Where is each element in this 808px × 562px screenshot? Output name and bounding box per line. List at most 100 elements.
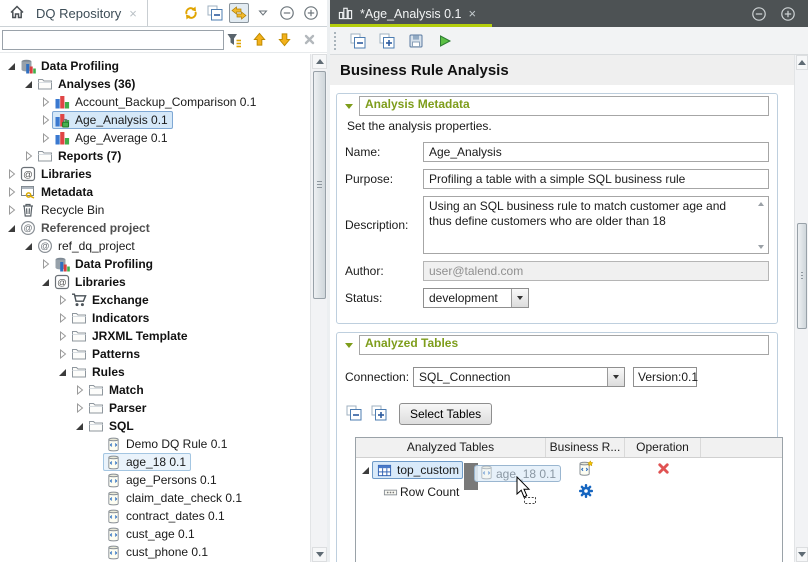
- scroll-down-button[interactable]: [312, 547, 327, 562]
- expand-arrow-icon[interactable]: [73, 402, 86, 414]
- minimize-view-button[interactable]: [277, 3, 297, 23]
- expand-arrow-icon[interactable]: [39, 258, 52, 270]
- expand-arrow-icon[interactable]: [39, 114, 52, 126]
- tree-item-reports-7[interactable]: Reports (7): [0, 147, 310, 165]
- clear-filter-button[interactable]: [299, 30, 319, 50]
- scroll-up-button[interactable]: [312, 54, 327, 69]
- tree-item-parser[interactable]: Parser: [0, 399, 310, 417]
- tree-item-libraries[interactable]: @Libraries: [0, 273, 310, 291]
- save-button[interactable]: [406, 31, 426, 51]
- refresh-button[interactable]: [181, 3, 201, 23]
- toolbar-drag-handle[interactable]: [334, 32, 337, 50]
- tab-dq-repository[interactable]: DQ Repository ×: [26, 0, 148, 26]
- tree-item-age-persons-0-1[interactable]: age_Persons 0.1: [0, 471, 310, 489]
- tree-item-contract-dates-0-1[interactable]: contract_dates 0.1: [0, 507, 310, 525]
- repository-filter-input[interactable]: [2, 30, 224, 50]
- expand-sections-button[interactable]: [377, 31, 397, 51]
- connection-dropdown[interactable]: SQL_Connection: [413, 367, 625, 387]
- tree-item-match[interactable]: Match: [0, 381, 310, 399]
- chevron-down-icon[interactable]: [511, 289, 528, 307]
- scroll-down-button[interactable]: [796, 547, 808, 562]
- collapse-arrow-icon[interactable]: [22, 240, 35, 252]
- collapse-arrow-icon[interactable]: [22, 78, 35, 90]
- tree-item-sql[interactable]: SQL: [0, 417, 310, 435]
- tree-item-analyses-36[interactable]: Analyses (36): [0, 75, 310, 93]
- tree-item-rules[interactable]: Rules: [0, 363, 310, 381]
- tree-item-jrxml-template[interactable]: JRXML Template: [0, 327, 310, 345]
- description-field[interactable]: Using an SQL business rule to match cust…: [423, 196, 769, 254]
- expand-arrow-icon[interactable]: [73, 384, 86, 396]
- close-icon[interactable]: ×: [129, 7, 137, 20]
- chevron-down-icon[interactable]: [607, 368, 624, 386]
- close-icon[interactable]: ×: [468, 7, 476, 20]
- expand-arrow-icon[interactable]: [56, 330, 69, 342]
- column-header-empty[interactable]: [701, 438, 782, 457]
- tree-item-age-analysis-0-1[interactable]: Age_Analysis 0.1: [0, 111, 310, 129]
- move-down-button[interactable]: [274, 30, 294, 50]
- tree-item-data-profiling[interactable]: Data Profiling: [0, 255, 310, 273]
- expand-arrow-icon[interactable]: [56, 312, 69, 324]
- expand-arrow-icon[interactable]: [5, 168, 18, 180]
- table-row-top-custom[interactable]: top_custom: [356, 458, 782, 482]
- tree-item-age-average-0-1[interactable]: Age_Average 0.1: [0, 129, 310, 147]
- tab-age-analysis[interactable]: *Age_Analysis 0.1 ×: [330, 0, 486, 27]
- expand-arrow-icon[interactable]: [56, 294, 69, 306]
- collapse-arrow-icon[interactable]: [5, 222, 18, 234]
- expand-arrow-icon[interactable]: [5, 186, 18, 198]
- section-header-analysis-metadata[interactable]: Analysis Metadata: [345, 98, 769, 114]
- tree-item-exchange[interactable]: Exchange: [0, 291, 310, 309]
- delete-icon[interactable]: [656, 461, 671, 479]
- tree-item-demo-dq-rule-0-1[interactable]: Demo DQ Rule 0.1: [0, 435, 310, 453]
- minimize-editor-button[interactable]: [749, 4, 769, 24]
- column-header-analyzed-tables[interactable]: Analyzed Tables: [356, 438, 546, 457]
- tree-item-cust-age-0-1[interactable]: cust_age 0.1: [0, 525, 310, 543]
- editor-scrollbar[interactable]: [794, 55, 808, 562]
- collapse-arrow-icon[interactable]: [359, 464, 372, 476]
- expand-arrow-icon[interactable]: [39, 132, 52, 144]
- collapse-table-button[interactable]: [345, 405, 363, 423]
- link-with-editor-button[interactable]: [229, 3, 249, 23]
- scrollbar-thumb[interactable]: [313, 71, 326, 299]
- run-button[interactable]: [435, 31, 455, 51]
- tree-item-libraries[interactable]: @Libraries: [0, 165, 310, 183]
- expand-arrow-icon[interactable]: [39, 96, 52, 108]
- scroll-up-icon[interactable]: [756, 199, 765, 208]
- tree-item-indicators[interactable]: Indicators: [0, 309, 310, 327]
- gear-icon[interactable]: [578, 483, 594, 502]
- collapse-arrow-icon[interactable]: [39, 276, 52, 288]
- section-twistie-icon[interactable]: [345, 343, 353, 348]
- section-header-analyzed-tables[interactable]: Analyzed Tables: [345, 337, 769, 353]
- name-field[interactable]: [423, 142, 769, 162]
- repository-scrollbar[interactable]: [310, 54, 327, 562]
- status-dropdown[interactable]: development: [423, 288, 529, 308]
- expand-arrow-icon[interactable]: [22, 150, 35, 162]
- maximize-editor-button[interactable]: [778, 4, 798, 24]
- home-icon[interactable]: [8, 4, 26, 22]
- filter-button[interactable]: [224, 30, 244, 50]
- tree-item-age-18-0-1[interactable]: age_18 0.1: [0, 453, 310, 471]
- maximize-view-button[interactable]: [301, 3, 321, 23]
- tree-item-data-profiling[interactable]: Data Profiling: [0, 57, 310, 75]
- tree-item-patterns[interactable]: Patterns: [0, 345, 310, 363]
- move-up-button[interactable]: [249, 30, 269, 50]
- column-header-operation[interactable]: Operation: [625, 438, 701, 457]
- expand-table-button[interactable]: [370, 405, 388, 423]
- collapse-all-button[interactable]: [205, 3, 225, 23]
- tree-item-recycle-bin[interactable]: Recycle Bin: [0, 201, 310, 219]
- tree-item-metadata[interactable]: Metadata: [0, 183, 310, 201]
- tree-item-claim-date-check-0-1[interactable]: claim_date_check 0.1: [0, 489, 310, 507]
- select-tables-button[interactable]: Select Tables: [399, 403, 492, 425]
- tree-item-referenced-project[interactable]: @Referenced project: [0, 219, 310, 237]
- tree-item-account-backup-comparison-0-1[interactable]: Account_Backup_Comparison 0.1: [0, 93, 310, 111]
- section-twistie-icon[interactable]: [345, 104, 353, 109]
- collapse-sections-button[interactable]: [348, 31, 368, 51]
- scroll-up-button[interactable]: [796, 55, 808, 70]
- column-header-business-r[interactable]: Business R...: [546, 438, 625, 457]
- expand-arrow-icon[interactable]: [56, 348, 69, 360]
- collapse-arrow-icon[interactable]: [56, 366, 69, 378]
- table-row-row-count[interactable]: Row Count: [356, 482, 782, 502]
- view-menu-button[interactable]: [253, 3, 273, 23]
- expand-arrow-icon[interactable]: [5, 204, 18, 216]
- tree-item-ref-dq-project[interactable]: @ref_dq_project: [0, 237, 310, 255]
- scroll-down-icon[interactable]: [756, 242, 765, 251]
